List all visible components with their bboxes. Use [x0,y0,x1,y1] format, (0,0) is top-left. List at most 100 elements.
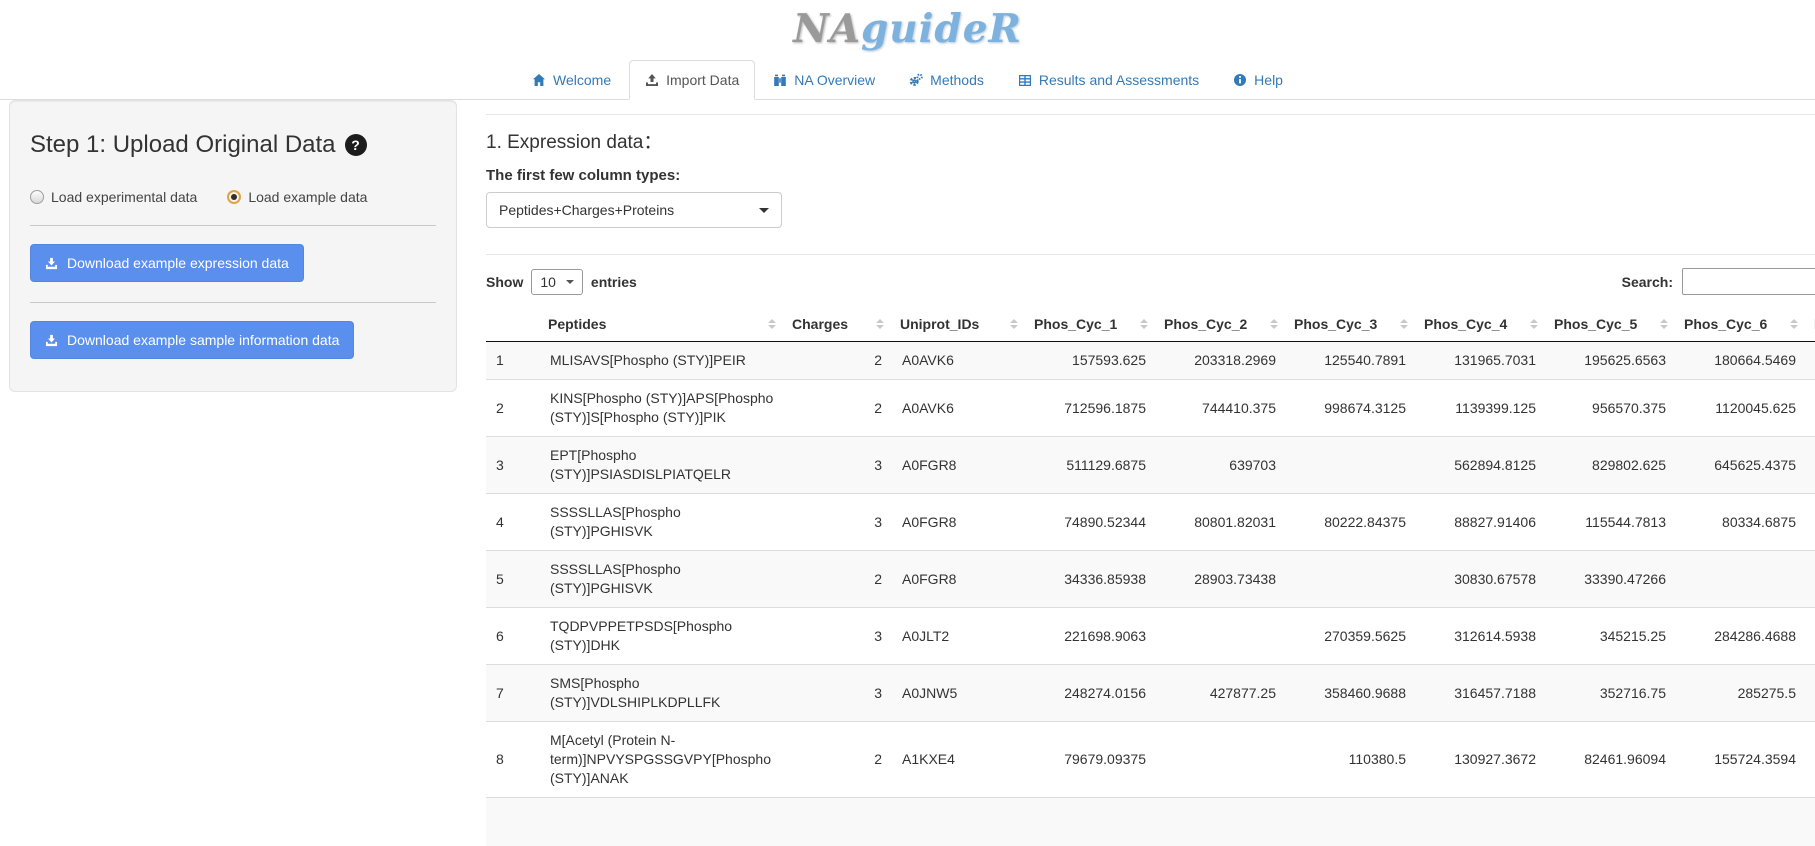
divider [486,254,1815,255]
cell-phos_cyc_7: 331924.5625 [1806,665,1815,722]
cell-peptides: MLISAVS[Phospho (STY)]PEIR [540,342,784,380]
radio-load-experimental-data[interactable]: Load experimental data [30,189,197,205]
column-label: Peptides [548,316,606,332]
cell-phos_cyc_2: 427877.25 [1156,665,1286,722]
cell-phos_cyc_5: 956570.375 [1546,380,1676,437]
search-input[interactable] [1682,268,1815,295]
column-label: Phos_Cyc_6 [1684,316,1767,332]
column-header-phos_cyc_7[interactable]: Phos_Cyc_7 [1806,307,1815,342]
search-label: Search: [1622,274,1673,290]
upload-sidebar-panel: Step 1: Upload Original Data ? Load expe… [9,100,457,392]
download-sample-info-button[interactable]: Download example sample information data [30,321,354,359]
cell-phos_cyc_6: 285275.5 [1676,665,1806,722]
column-header-phos_cyc_2[interactable]: Phos_Cyc_2 [1156,307,1286,342]
column-types-label: The first few column types: [486,167,1815,184]
tab-label: Welcome [553,72,611,88]
tab-label: Methods [930,72,984,88]
tab-na-overview[interactable]: NA Overview [757,60,891,100]
cell-phos_cyc_6: 155724.3594 [1676,722,1806,798]
cell-phos_cyc_7: 80562.07031 [1806,494,1815,551]
column-header-charges[interactable]: Charges [784,307,892,342]
tab-label: NA Overview [794,72,875,88]
table-row: 2KINS[Phospho (STY)]APS[Phospho (STY)]S[… [486,380,1815,437]
tab-label: Import Data [666,72,739,88]
column-header-phos_cyc_1[interactable]: Phos_Cyc_1 [1026,307,1156,342]
tab-import-data[interactable]: Import Data [629,60,755,100]
column-header-rownum [486,307,540,342]
cell-phos_cyc_6: 80334.6875 [1676,494,1806,551]
cell-charges: 2 [784,722,892,798]
divider [486,114,1815,115]
cell-phos_cyc_2 [1156,608,1286,665]
sort-icon[interactable] [1790,319,1798,329]
cell-rownum: 6 [486,608,540,665]
table-row-partial [486,798,1815,846]
show-label: Show [486,274,523,290]
column-header-uniprot[interactable]: Uniprot_IDs [892,307,1026,342]
column-header-phos_cyc_5[interactable]: Phos_Cyc_5 [1546,307,1676,342]
cell-phos_cyc_2 [1156,722,1286,798]
table-icon [1018,73,1032,87]
radio-checked-icon[interactable] [227,190,241,204]
column-label: Phos_Cyc_3 [1294,316,1377,332]
cell-phos_cyc_7: 113495.2891 [1806,722,1815,798]
cell-rownum: 7 [486,665,540,722]
radio-label: Load example data [248,189,367,205]
cell-phos_cyc_6 [1676,551,1806,608]
cell-phos_cyc_2: 28903.73438 [1156,551,1286,608]
cell-phos_cyc_5: 345215.25 [1546,608,1676,665]
table-row: 6TQDPVPPETPSDS[Phospho (STY)]DHK3A0JLT22… [486,608,1815,665]
logo-part-guider: guideR [861,6,1022,52]
entries-select[interactable]: 10 [531,269,583,295]
sort-icon[interactable] [1010,319,1018,329]
sort-icon[interactable] [768,319,776,329]
cell-phos_cyc_6: 180664.5469 [1676,342,1806,380]
radio-load-example-data[interactable]: Load example data [227,189,367,205]
cell-phos_cyc_2: 744410.375 [1156,380,1286,437]
home-icon [532,73,546,87]
cell-phos_cyc_1: 511129.6875 [1026,437,1156,494]
tab-welcome[interactable]: Welcome [516,60,627,100]
main-nav-tabs: Welcome Import Data NA Overview Methods … [0,56,1815,100]
cell-rownum: 3 [486,437,540,494]
tab-help[interactable]: Help [1217,60,1299,100]
cell-phos_cyc_4: 312614.5938 [1416,608,1546,665]
entries-length-control: Show 10 entries [486,269,637,295]
download-expression-data-button[interactable]: Download example expression data [30,244,304,282]
table-row: 4SSSSLLAS[Phospho (STY)]PGHISVK3A0FGR874… [486,494,1815,551]
help-question-icon[interactable]: ? [345,134,367,156]
cell-phos_cyc_3 [1286,551,1416,608]
expression-data-title: 1. Expression data： [486,127,1815,154]
cell-phos_cyc_2: 80801.82031 [1156,494,1286,551]
table-row: 5SSSSLLAS[Phospho (STY)]PGHISVK2A0FGR834… [486,551,1815,608]
column-types-select[interactable]: Peptides+Charges+Proteins [486,192,782,228]
step-title: Step 1: Upload Original Data ? [30,131,436,159]
cell-peptides: SSSSLLAS[Phospho (STY)]PGHISVK [540,494,784,551]
cell-phos_cyc_6: 1120045.625 [1676,380,1806,437]
sort-icon[interactable] [1270,319,1278,329]
binoculars-icon [773,73,787,87]
cell-charges: 2 [784,551,892,608]
sort-icon[interactable] [1660,319,1668,329]
cell-charges: 2 [784,342,892,380]
sort-icon[interactable] [876,319,884,329]
cell-phos_cyc_3 [1286,437,1416,494]
column-header-peptides[interactable]: Peptides [540,307,784,342]
tab-results-assessments[interactable]: Results and Assessments [1002,60,1215,100]
cell-rownum: 8 [486,722,540,798]
divider [30,302,436,303]
cell-phos_cyc_3: 358460.9688 [1286,665,1416,722]
tab-methods[interactable]: Methods [893,60,1000,100]
column-header-phos_cyc_6[interactable]: Phos_Cyc_6 [1676,307,1806,342]
sort-icon[interactable] [1400,319,1408,329]
sort-icon[interactable] [1140,319,1148,329]
cell-peptides: SSSSLLAS[Phospho (STY)]PGHISVK [540,551,784,608]
download-icon [45,334,58,347]
radio-unchecked-icon[interactable] [30,190,44,204]
cell-phos_cyc_1: 157593.625 [1026,342,1156,380]
column-header-phos_cyc_4[interactable]: Phos_Cyc_4 [1416,307,1546,342]
sort-icon[interactable] [1530,319,1538,329]
cell-charges: 2 [784,380,892,437]
column-label: Phos_Cyc_4 [1424,316,1507,332]
column-header-phos_cyc_3[interactable]: Phos_Cyc_3 [1286,307,1416,342]
